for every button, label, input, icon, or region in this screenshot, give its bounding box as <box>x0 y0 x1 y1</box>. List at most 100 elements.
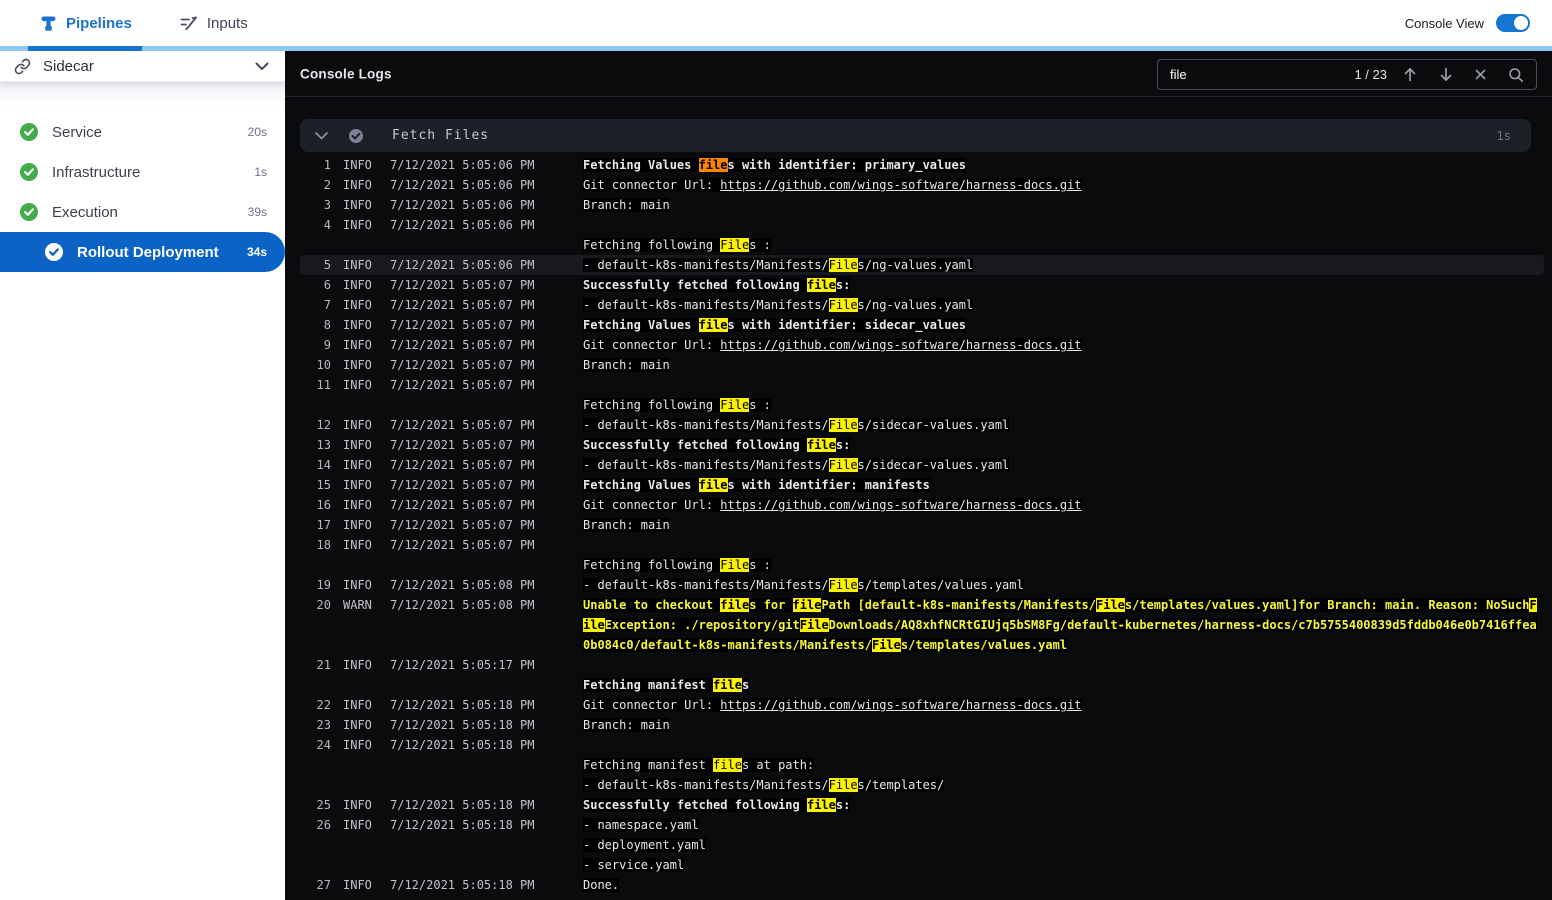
log-level: INFO <box>343 718 372 732</box>
link-icon <box>14 58 31 75</box>
log-level: INFO <box>343 458 372 472</box>
log-line-number: 5 <box>323 258 331 272</box>
log-level: INFO <box>343 438 372 452</box>
log-row[interactable]: 20 WARN 7/12/2021 5:05:08 PM Unable to chec… <box>300 595 1544 655</box>
log-message: Fetching Values files with identifier: p… <box>583 158 966 172</box>
search-icon[interactable] <box>1508 67 1524 83</box>
log-message: Branch: main <box>583 518 670 532</box>
log-timestamp: 7/12/2021 5:05:06 PM <box>390 218 535 232</box>
log-message: Fetching following Files : <box>583 558 771 572</box>
log-message: Successfully fetched following files: <box>583 798 851 812</box>
log-row[interactable]: 6 INFO 7/12/2021 5:05:07 PM Successfully fe… <box>300 275 1544 295</box>
close-search-icon[interactable] <box>1475 69 1486 80</box>
log-level: INFO <box>343 198 372 212</box>
log-row[interactable]: 1 INFO 7/12/2021 5:05:06 PM Fetching Values… <box>300 155 1544 175</box>
log-section-header[interactable]: Fetch Files 1s <box>300 119 1531 152</box>
log-level: INFO <box>343 338 372 352</box>
inputs-icon <box>180 15 198 31</box>
log-row[interactable]: 11 INFO 7/12/2021 5:05:07 PM Fetching foll… <box>300 375 1544 415</box>
log-level: INFO <box>343 578 372 592</box>
pipeline-sidebar: Sidecar Service 20s Infrastructure 1s Execut… <box>0 51 285 900</box>
log-row[interactable]: 22 INFO 7/12/2021 5:05:18 PM Git connector … <box>300 695 1544 715</box>
search-highlight: file <box>713 678 742 692</box>
log-row[interactable]: 10 INFO 7/12/2021 5:05:07 PM Branch: main <box>300 355 1544 375</box>
log-row[interactable]: 4 INFO 7/12/2021 5:05:06 PM Fetching follo… <box>300 215 1544 255</box>
search-highlight: File <box>828 578 858 592</box>
log-row[interactable]: 2 INFO 7/12/2021 5:05:06 PM Git connector U… <box>300 175 1544 195</box>
log-line-number: 1 <box>323 158 331 172</box>
step-label: Rollout Deployment <box>77 243 219 261</box>
sidebar-stage-header[interactable]: Sidecar <box>0 51 285 82</box>
search-highlight: File <box>828 258 858 272</box>
log-search-input[interactable] <box>1158 67 1355 82</box>
search-highlight: File <box>1096 598 1125 612</box>
console-panel: Console Logs 1 / 23 Fetch Files 1s <box>285 51 1552 900</box>
log-row[interactable]: 14 INFO 7/12/2021 5:05:07 PM - default-k8s-… <box>300 455 1544 475</box>
sidebar-step-infrastructure[interactable]: Infrastructure 1s <box>0 152 285 192</box>
previous-match-icon[interactable] <box>1403 67 1417 82</box>
tab-inputs[interactable]: Inputs <box>180 15 248 32</box>
log-row[interactable]: 9 INFO 7/12/2021 5:05:07 PM Git connector U… <box>300 335 1544 355</box>
log-link[interactable]: https://github.com/wings-software/harnes… <box>720 178 1081 192</box>
next-match-icon[interactable] <box>1439 67 1453 82</box>
log-message: Done. <box>583 878 620 892</box>
log-timestamp: 7/12/2021 5:05:06 PM <box>390 258 535 272</box>
log-line-number: 22 <box>316 698 331 712</box>
search-highlight: file <box>698 158 728 172</box>
log-level: INFO <box>343 878 372 892</box>
log-row[interactable]: 27 INFO 7/12/2021 5:05:18 PM Done. <box>300 875 1544 895</box>
log-line-number: 16 <box>316 498 331 512</box>
log-row[interactable]: 25 INFO 7/12/2021 5:05:18 PM Successfully f… <box>300 795 1544 815</box>
log-row[interactable]: 3 INFO 7/12/2021 5:05:06 PM Branch: main <box>300 195 1544 215</box>
log-row[interactable]: 7 INFO 7/12/2021 5:05:07 PM - default-k8s-m… <box>300 295 1544 315</box>
sidebar-step-service[interactable]: Service 20s <box>0 112 285 152</box>
tab-pipelines-label: Pipelines <box>66 14 132 32</box>
console-logs-title: Console Logs <box>300 66 392 81</box>
log-message: - default-k8s-manifests/Manifests/Files/… <box>583 458 1010 472</box>
log-level: INFO <box>343 738 372 752</box>
search-highlight: File <box>720 238 750 252</box>
log-row[interactable]: 21 INFO 7/12/2021 5:05:17 PM Fetching mani… <box>300 655 1544 695</box>
log-row[interactable]: 12 INFO 7/12/2021 5:05:07 PM - default-k8s-… <box>300 415 1544 435</box>
sidebar-step-rollout-deployment[interactable]: Rollout Deployment 34s <box>0 232 285 272</box>
stage-title: Sidecar <box>43 57 94 75</box>
log-timestamp: 7/12/2021 5:05:07 PM <box>390 518 535 532</box>
step-label: Infrastructure <box>52 163 141 181</box>
section-chevron-down-icon[interactable] <box>315 131 328 140</box>
log-line-number: 25 <box>316 798 331 812</box>
log-timestamp: 7/12/2021 5:05:07 PM <box>390 298 535 312</box>
log-row[interactable]: 5 INFO 7/12/2021 5:05:06 PM - default-k8s-m… <box>300 255 1544 275</box>
log-timestamp: 7/12/2021 5:05:07 PM <box>390 478 535 492</box>
log-row[interactable]: 24 INFO 7/12/2021 5:05:18 PM Fetching mani… <box>300 735 1544 795</box>
log-message: Git connector Url: https://github.com/wi… <box>583 338 1082 352</box>
log-row[interactable]: 18 INFO 7/12/2021 5:05:07 PM Fetching foll… <box>300 535 1544 575</box>
console-view-toggle[interactable] <box>1496 14 1530 32</box>
chevron-down-icon[interactable] <box>255 62 269 71</box>
log-link[interactable]: https://github.com/wings-software/harnes… <box>720 338 1081 352</box>
log-row[interactable]: 19 INFO 7/12/2021 5:05:08 PM - default-k8s-… <box>300 575 1544 595</box>
log-timestamp: 7/12/2021 5:05:18 PM <box>390 738 535 752</box>
log-row[interactable]: 17 INFO 7/12/2021 5:05:07 PM Branch: main <box>300 515 1544 535</box>
log-line-number: 21 <box>316 658 331 672</box>
log-row[interactable]: 15 INFO 7/12/2021 5:05:07 PM Fetching Value… <box>300 475 1544 495</box>
log-row[interactable]: 26 INFO 7/12/2021 5:05:18 PM - namespace.ya… <box>300 815 1544 875</box>
log-level: INFO <box>343 478 372 492</box>
log-line-number: 17 <box>316 518 331 532</box>
log-timestamp: 7/12/2021 5:05:06 PM <box>390 198 535 212</box>
log-line-number: 7 <box>323 298 331 312</box>
log-link[interactable]: https://github.com/wings-software/harnes… <box>720 698 1081 712</box>
log-line-number: 14 <box>316 458 331 472</box>
tab-pipelines[interactable]: Pipelines <box>40 15 132 32</box>
log-row[interactable]: 23 INFO 7/12/2021 5:05:18 PM Branch: main <box>300 715 1544 735</box>
search-highlight: File <box>828 298 858 312</box>
sidebar-step-execution[interactable]: Execution 39s <box>0 192 285 232</box>
log-link[interactable]: https://github.com/wings-software/harnes… <box>720 498 1081 512</box>
log-row[interactable]: 8 INFO 7/12/2021 5:05:07 PM Fetching Values… <box>300 315 1544 335</box>
step-status-icon <box>45 243 63 261</box>
log-message: Fetching following Files : <box>583 238 771 252</box>
log-message: - default-k8s-manifests/Manifests/Files/… <box>583 298 974 312</box>
log-row[interactable]: 13 INFO 7/12/2021 5:05:07 PM Successfully f… <box>300 435 1544 455</box>
log-message: Successfully fetched following files: <box>583 278 851 292</box>
log-row[interactable]: 16 INFO 7/12/2021 5:05:07 PM Git connector … <box>300 495 1544 515</box>
log-timestamp: 7/12/2021 5:05:18 PM <box>390 698 535 712</box>
